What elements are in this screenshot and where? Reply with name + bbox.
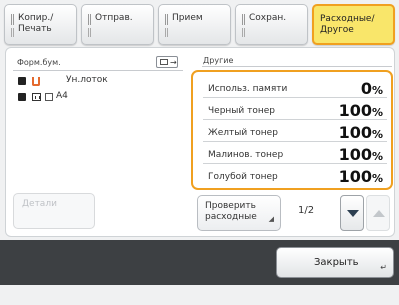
item-value: 100% (338, 123, 383, 142)
paper-section-title: Форм.бум. (17, 58, 61, 67)
paper-settings-button[interactable]: → (156, 56, 178, 68)
others-section-title: Другие (203, 56, 234, 65)
tray-label: A4 (56, 91, 68, 101)
tab-label: Другое (320, 25, 354, 35)
tab-grip-icon (165, 14, 168, 25)
details-button[interactable]: Детали (13, 193, 95, 229)
item-name: Малинов. тонер (208, 150, 284, 160)
arrow-down-icon (347, 210, 359, 217)
bottom-bar: Закрыть ↵ (0, 240, 399, 285)
footer-area (0, 285, 399, 305)
tab-send[interactable]: Отправ. (81, 4, 154, 45)
tab-label: Копир./ (18, 13, 54, 23)
tray-label: Ун.лоток (66, 75, 108, 85)
divider (13, 70, 183, 71)
paper-level-icon (18, 77, 26, 85)
check-consumables-button[interactable]: Проверить расходные ◢ (197, 195, 281, 231)
tab-label: Прием (172, 13, 203, 23)
details-label: Детали (22, 199, 57, 209)
consumables-list: Использ. памяти 0% Черный тонер 100% Жел… (191, 70, 393, 190)
tab-store[interactable]: Сохран. (235, 4, 308, 45)
item-value: 100% (338, 101, 383, 120)
item-value: 100% (338, 145, 383, 164)
item-value: 100% (338, 167, 383, 186)
check-label: расходные (205, 212, 257, 222)
check-label: Проверить (205, 201, 256, 211)
arrow-right-icon: → (170, 58, 177, 67)
tab-grip-icon (88, 14, 91, 25)
tray-row-multipurpose: Ун.лоток (18, 75, 178, 89)
tab-grip-icon (242, 14, 245, 25)
tab-grip-icon (165, 28, 168, 37)
list-item: Использ. памяти 0% (203, 78, 387, 98)
list-item: Желтый тонер 100% (203, 122, 387, 142)
tab-grip-icon (88, 28, 91, 37)
multipurpose-tray-icon (32, 77, 40, 86)
tray-row-drawer: A4 (18, 91, 178, 105)
scroll-down-button[interactable] (340, 195, 364, 231)
paper-info-section: Форм.бум. → Ун.лоток A4 (13, 53, 183, 188)
enter-icon: ↵ (380, 263, 387, 272)
status-panel: Форм.бум. → Ун.лоток A4 Детали Другие Ис… (5, 47, 395, 237)
item-name: Голубой тонер (208, 172, 278, 182)
tab-label: Печать (18, 24, 52, 34)
tab-grip-icon (11, 28, 14, 37)
tab-label: Расходные/ (320, 14, 375, 24)
list-item: Голубой тонер 100% (203, 166, 387, 186)
tab-label: Сохран. (249, 13, 287, 23)
close-button[interactable]: Закрыть ↵ (276, 247, 394, 278)
tab-grip-icon (11, 14, 14, 25)
page-indicator: 1/2 (298, 205, 315, 216)
item-name: Желтый тонер (208, 128, 278, 138)
arrow-up-icon (373, 210, 385, 217)
item-name: Черный тонер (208, 106, 276, 116)
list-item: Малинов. тонер 100% (203, 144, 387, 164)
item-name: Использ. памяти (208, 84, 288, 94)
paper-size-icon (45, 93, 53, 101)
corner-arrow-icon: ◢ (268, 215, 274, 223)
tab-consumables-other[interactable]: Расходные/ Другое (312, 4, 395, 45)
tab-bar: Копир./ Печать Отправ. Прием Сохран. Рас… (0, 0, 399, 47)
item-value: 0% (360, 79, 383, 98)
drawer-icon (32, 93, 41, 101)
paper-icon (160, 59, 168, 65)
close-label: Закрыть (314, 257, 359, 268)
tab-receive[interactable]: Прием (158, 4, 231, 45)
divider (202, 66, 392, 67)
list-item: Черный тонер 100% (203, 100, 387, 120)
tab-grip-icon (242, 28, 245, 37)
tab-label: Отправ. (95, 13, 133, 23)
scroll-up-button[interactable] (366, 195, 390, 231)
paper-level-icon (18, 93, 26, 101)
tab-copy-print[interactable]: Копир./ Печать (4, 4, 77, 45)
